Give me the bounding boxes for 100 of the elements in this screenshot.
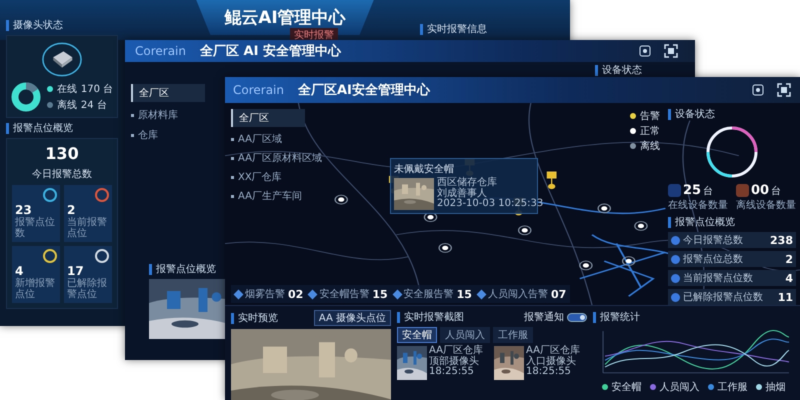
alert-icon xyxy=(392,289,402,299)
legend-value: 170 台 xyxy=(80,82,114,96)
alarm-icon xyxy=(671,274,680,282)
title-bar-icon xyxy=(668,108,671,120)
zone-item[interactable]: 原材料库 xyxy=(138,110,178,121)
stat-value: 15 xyxy=(372,288,388,300)
tile-value: 23 xyxy=(15,203,33,217)
tile-value: 2 xyxy=(67,203,76,217)
device-count: 00 xyxy=(751,183,770,198)
tile-value: 4 xyxy=(15,264,24,278)
legend-label: 正常 xyxy=(640,124,660,138)
legend-label: 抽烟 xyxy=(766,380,786,394)
chip-drawing xyxy=(40,41,84,78)
filter-tab[interactable]: 工作服 xyxy=(493,327,533,343)
snapshot-text: 顶部摄像头 xyxy=(429,356,480,366)
panel-title: 设备状态 xyxy=(675,108,715,121)
bullet-icon xyxy=(231,176,234,179)
title-bar-icon xyxy=(668,216,671,228)
popup-text: 2023-10-03 10:25:33 xyxy=(437,199,544,210)
row-label: 已解除报警点位数 xyxy=(683,290,764,304)
donut-chart-drawing xyxy=(10,82,41,112)
stat-value: 07 xyxy=(550,288,566,300)
alarm-total: 130 xyxy=(45,144,79,163)
brand-logo: Corerain xyxy=(135,44,186,58)
stat-label: 烟雾告警 xyxy=(245,288,285,301)
brand-logo: Corerain xyxy=(233,83,284,97)
bullet-icon xyxy=(231,156,234,160)
screenshot-icon[interactable] xyxy=(637,43,653,59)
legend-label: 人员闯入 xyxy=(660,380,700,394)
alarm-icon xyxy=(671,292,680,302)
tile-label: 新增报警点位 xyxy=(15,279,56,300)
stat-label: 安全服告警 xyxy=(404,288,454,301)
legend-label: 离线 xyxy=(56,98,77,112)
legend-label: 安全帽 xyxy=(612,380,642,394)
title-bar-icon xyxy=(397,312,400,322)
fullscreen-icon[interactable] xyxy=(776,82,792,98)
panel-title: 实时报警信息 xyxy=(427,22,487,36)
title-bar-icon xyxy=(593,312,596,322)
panel-title: 摄像头状态 xyxy=(13,18,63,32)
fullscreen-icon[interactable] xyxy=(663,43,679,59)
zone-item[interactable]: AA厂区域 xyxy=(238,134,282,145)
device-label: 在线设备数量 xyxy=(668,198,728,212)
row-value: 2 xyxy=(785,252,793,266)
screenshot-icon[interactable] xyxy=(750,82,766,98)
title-bar-icon xyxy=(149,264,152,274)
zone-item[interactable]: AA厂区原材料区域 xyxy=(238,153,322,164)
zone-item[interactable]: XX厂仓库 xyxy=(238,172,282,183)
panel-title: 报警统计 xyxy=(600,310,640,324)
row-value: 4 xyxy=(785,272,793,284)
tile-label: 当前报警点位 xyxy=(67,218,108,239)
zone-select[interactable]: 全厂区 xyxy=(231,109,305,127)
snapshot-text: 18:25:55 xyxy=(526,367,572,378)
zone-item[interactable]: AA厂生产车间 xyxy=(238,191,302,202)
zone-item[interactable]: 仓库 xyxy=(138,130,158,141)
panel-title: 报警点位概览 xyxy=(156,262,216,276)
alarm-icon xyxy=(671,236,680,244)
device-label: 离线设备数量 xyxy=(736,198,796,212)
row-label: 报警点位总数 xyxy=(683,252,744,266)
snapshot-text: 18:25:55 xyxy=(429,367,475,378)
bullet-icon xyxy=(231,138,234,141)
title-bar-icon xyxy=(6,20,9,30)
toggle-switch[interactable] xyxy=(567,312,587,322)
filter-tab[interactable]: 安全帽 xyxy=(397,327,437,343)
alarm-total-label: 今日报警总数 xyxy=(32,168,92,181)
ring-drawing xyxy=(704,124,760,180)
row-label: 当前报警点位数 xyxy=(683,272,754,285)
stat-value: 02 xyxy=(288,288,304,300)
zone-select[interactable]: 全厂区 xyxy=(131,84,205,102)
legend-label: 离线 xyxy=(640,140,660,153)
row-value: 11 xyxy=(778,290,793,304)
popup-text: 西区储存仓库 xyxy=(437,178,498,188)
title-bar-icon xyxy=(595,64,598,76)
window-title: 全厂区 AI 安全管理中心 xyxy=(200,42,341,60)
alert-icon xyxy=(476,289,486,299)
legend-label: 告警 xyxy=(640,110,660,123)
title-bar-icon xyxy=(420,24,423,34)
window-title: 全厂区AI安全管理中心 xyxy=(298,82,430,99)
legend-value: 24 台 xyxy=(80,98,107,112)
stat-label: 人员闯入告警 xyxy=(488,288,548,301)
bullet-icon xyxy=(231,194,234,198)
snapshot-text: AA厂区仓库 xyxy=(526,346,580,356)
filter-tab[interactable]: 人员闯入 xyxy=(440,327,490,343)
tile-label: 已解除报警点位 xyxy=(67,279,108,300)
panel-title: 报警点位概览 xyxy=(13,122,73,135)
popup-text: 刘成善事人 xyxy=(437,188,488,198)
tile-value: 17 xyxy=(67,264,85,278)
panel-title: 实时报警截图 xyxy=(404,310,464,324)
device-icon xyxy=(736,184,749,197)
bullet-icon xyxy=(131,114,134,117)
stat-value: 15 xyxy=(456,288,472,300)
panel-title: 报警点位概览 xyxy=(675,216,735,229)
row-value: 238 xyxy=(770,234,793,246)
snapshot-text: 入口摄像头 xyxy=(526,356,577,366)
popup-title: 未佩戴安全帽 xyxy=(394,162,455,176)
camera-select[interactable]: AA 摄像头点位 xyxy=(314,310,391,326)
panel-title: 设备状态 xyxy=(602,64,642,77)
title-bar-icon xyxy=(6,122,9,134)
alarm-icon xyxy=(671,254,680,264)
stat-label: 安全帽告警 xyxy=(319,288,370,301)
tile-label: 报警点位数 xyxy=(15,218,56,239)
